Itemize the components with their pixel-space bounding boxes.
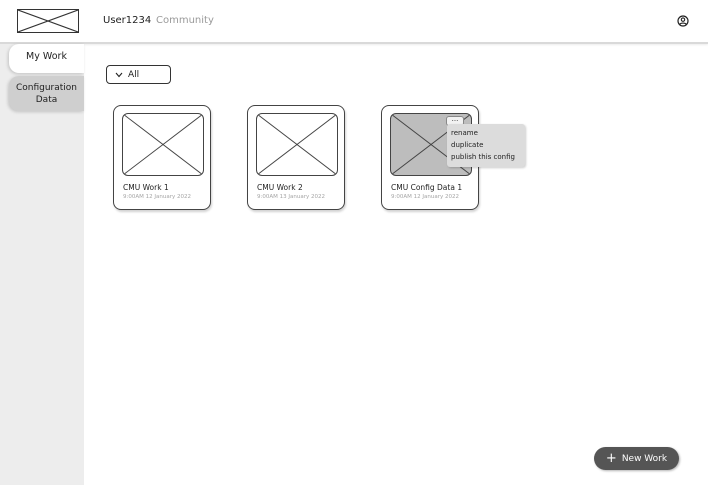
top-bar: User1234 Community [0,0,708,44]
card-date: 9:00AM 13 January 2022 [257,194,325,200]
menu-item-publish-config[interactable]: publish this config [451,151,521,163]
card-date: 9:00AM 12 January 2022 [123,194,191,200]
context-menu: rename duplicate publish this config [447,124,525,167]
menu-item-duplicate[interactable]: duplicate [451,139,521,151]
sidebar-item-my-work[interactable]: My Work [9,44,84,73]
image-placeholder-icon [122,113,204,176]
card-title: CMU Work 2 [257,183,303,192]
menu-item-rename[interactable]: rename [451,127,521,139]
plus-icon: + [605,451,617,466]
card-title: CMU Config Data 1 [391,183,463,192]
account-circle-icon[interactable] [677,15,689,27]
card-date: 9:00AM 12 January 2022 [391,194,459,200]
chevron-down-icon [115,72,123,77]
sidebar-item-configuration-data[interactable]: Configuration Data [9,76,84,111]
filter-dropdown[interactable]: All [106,65,171,84]
nav-community-link[interactable]: Community [156,15,214,26]
work-card[interactable]: CMU Work 1 9:00AM 12 January 2022 [113,105,211,210]
new-work-button[interactable]: + New Work [594,447,679,470]
nav-user-link[interactable]: User1234 [103,15,151,26]
new-work-label: New Work [621,453,668,464]
filter-selected-value: All [128,69,140,80]
logo-placeholder-icon[interactable] [17,9,79,33]
image-placeholder-icon [256,113,338,176]
card-title: CMU Work 1 [123,183,169,192]
work-card[interactable]: CMU Work 2 9:00AM 13 January 2022 [247,105,345,210]
